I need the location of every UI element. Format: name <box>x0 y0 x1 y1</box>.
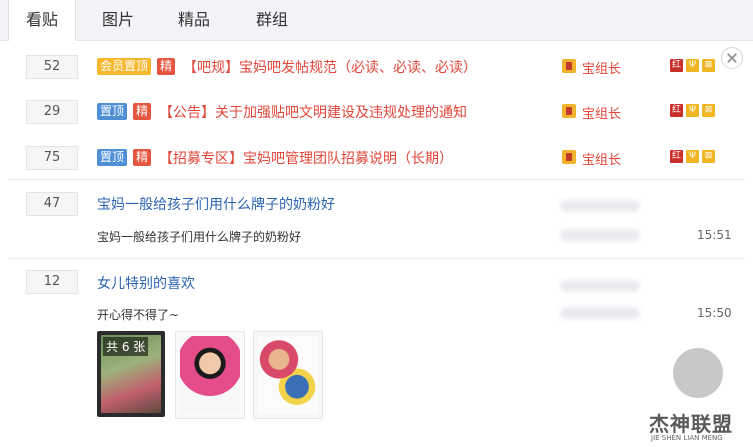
watermark-name: 杰神联盟 <box>649 412 733 436</box>
watermark-emblem-icon <box>673 348 723 398</box>
watermark-logo: 杰神联盟 JIE SHEN LIAN MENG <box>645 348 745 443</box>
thread-image-thumbnail[interactable] <box>175 331 245 419</box>
reply-count: 52 <box>26 55 78 79</box>
image-count-label: 共 6 张 <box>103 337 149 356</box>
reply-count: 47 <box>26 192 78 216</box>
red-medal-icon: 红 <box>670 104 683 117</box>
divider <box>8 258 745 259</box>
moderator-icon <box>562 104 576 118</box>
tab-featured[interactable]: 精品 <box>166 0 222 40</box>
thread-title[interactable]: 女儿特别的喜欢 <box>97 273 195 293</box>
blurred-last-replier <box>560 229 640 241</box>
blurred-last-replier <box>560 307 640 319</box>
vip-pinned-badge: 会员置顶 <box>97 58 152 75</box>
blurred-author <box>560 280 640 292</box>
thread-author[interactable]: 宝组长 <box>582 149 621 168</box>
featured-badge: 精 <box>133 103 152 120</box>
blurred-author <box>560 200 640 212</box>
red-medal-icon: 红 <box>670 59 683 72</box>
close-icon[interactable] <box>721 47 743 69</box>
thread-image-thumbnail[interactable]: 共 6 张 <box>97 331 165 417</box>
thread-image-thumbnail[interactable] <box>253 331 323 419</box>
trident-medal-icon: Ψ <box>686 150 699 163</box>
thread-excerpt: 宝妈一般给孩子们用什么牌子的奶粉好 <box>97 230 302 244</box>
cross-medal-icon: ⊠ <box>702 104 715 117</box>
thread-title[interactable]: 宝妈一般给孩子们用什么牌子的奶粉好 <box>97 194 335 214</box>
thread-excerpt: 开心得不得了~ <box>97 308 180 322</box>
reply-count: 12 <box>26 270 78 294</box>
featured-badge: 精 <box>133 149 152 166</box>
pinned-badge: 置顶 <box>97 149 128 166</box>
red-medal-icon: 红 <box>670 150 683 163</box>
moderator-icon <box>562 59 576 73</box>
reply-count: 75 <box>26 146 78 170</box>
featured-badge: 精 <box>157 58 176 75</box>
tab-view-posts[interactable]: 看贴 <box>8 0 76 41</box>
pinned-badge: 置顶 <box>97 103 128 120</box>
thread-author[interactable]: 宝组长 <box>582 58 621 77</box>
thread-title[interactable]: 【招募专区】宝妈吧管理团队招募说明（长期） <box>159 148 453 168</box>
tab-images[interactable]: 图片 <box>92 0 144 40</box>
cross-medal-icon: ⊠ <box>702 59 715 72</box>
tab-bar: 看贴 图片 精品 群组 <box>0 0 753 41</box>
thread-title[interactable]: 【吧规】宝妈吧发帖规范（必读、必读、必读） <box>183 57 477 77</box>
thread-author[interactable]: 宝组长 <box>582 103 621 122</box>
trident-medal-icon: Ψ <box>686 59 699 72</box>
tab-groups[interactable]: 群组 <box>244 0 300 40</box>
moderator-icon <box>562 150 576 164</box>
thread-time: 15:51 <box>697 228 732 242</box>
thread-title[interactable]: 【公告】关于加强贴吧文明建设及违规处理的通知 <box>159 102 467 122</box>
cross-medal-icon: ⊠ <box>702 150 715 163</box>
divider <box>8 179 745 180</box>
thread-time: 15:50 <box>697 306 732 320</box>
watermark-subtitle: JIE SHEN LIAN MENG <box>651 434 723 442</box>
trident-medal-icon: Ψ <box>686 104 699 117</box>
reply-count: 29 <box>26 100 78 124</box>
